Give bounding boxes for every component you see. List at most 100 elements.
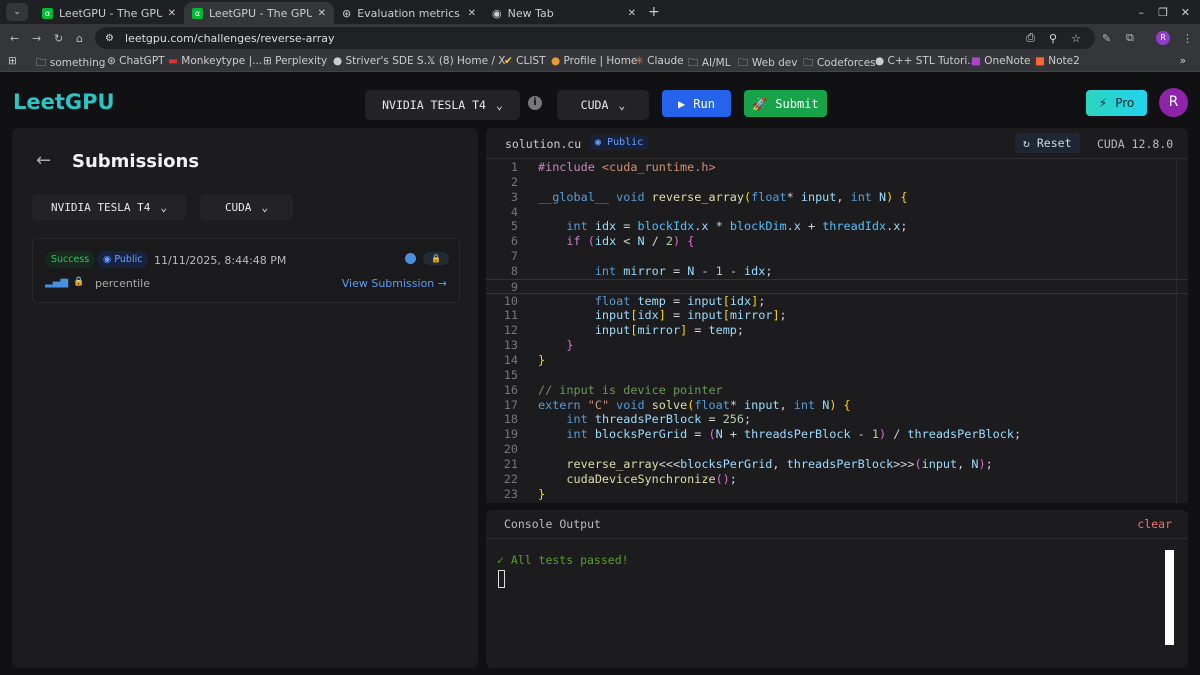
- code-line[interactable]: 4: [486, 205, 1188, 220]
- line-number: 23: [503, 486, 518, 501]
- code-line[interactable]: 6 if (idx < N / 2) {: [486, 234, 1188, 249]
- code-line[interactable]: 8 int mirror = N - 1 - idx;: [486, 264, 1188, 279]
- code-token: *: [786, 189, 801, 204]
- apps-icon[interactable]: ⊞: [8, 55, 17, 67]
- home-icon[interactable]: ⌂: [76, 32, 83, 45]
- bookmark[interactable]: ⊛ ChatGPT: [107, 55, 165, 67]
- run-button[interactable]: ▶ Run: [662, 90, 731, 117]
- chevron-down-icon: ⌄: [618, 98, 626, 112]
- view-submission-link[interactable]: View Submission →: [342, 277, 447, 290]
- address-bar-row: ← → ↻ ⌂ ⚙ leetgpu.com/challenges/reverse-…: [0, 24, 1200, 52]
- code-text: extern "C" void solve(float* input, int …: [538, 398, 851, 413]
- code-line[interactable]: 23}: [486, 487, 1188, 502]
- code-line[interactable]: 22 cudaDeviceSynchronize();: [486, 472, 1188, 487]
- code-line[interactable]: 9: [486, 278, 1188, 294]
- browser-tab[interactable]: αLeetGPU - The GPU Prog✕: [34, 2, 184, 24]
- code-token: int: [566, 427, 588, 442]
- bookmark[interactable]: 🗀 AI/ML: [688, 55, 731, 73]
- back-arrow-icon[interactable]: ←: [36, 150, 51, 171]
- bookmark[interactable]: ✔ CLIST: [504, 55, 546, 67]
- code-line[interactable]: 2: [486, 175, 1188, 190]
- bookmark[interactable]: 🗀 Codeforces: [803, 55, 876, 73]
- bookmark[interactable]: ● Striver's SDE S...: [333, 55, 434, 67]
- submission-timestamp: 11/11/2025, 8:44:48 PM: [154, 254, 287, 267]
- code-line[interactable]: 15: [486, 368, 1188, 383]
- reset-button[interactable]: ↻ Reset: [1015, 133, 1080, 153]
- code-line[interactable]: 21 reverse_array<<<blocksPerGrid, thread…: [486, 457, 1188, 472]
- close-icon[interactable]: ✕: [318, 8, 326, 19]
- gpu-filter-select[interactable]: NVIDIA TESLA T4 ⌄: [32, 194, 186, 220]
- browser-tab-active[interactable]: αLeetGPU - The GPU Prog✕: [184, 2, 334, 24]
- bookmark[interactable]: ● Profile | Home: [551, 55, 637, 67]
- reload-icon[interactable]: ↻: [54, 32, 63, 45]
- code-token: float: [751, 189, 787, 204]
- menu-icon[interactable]: ⋮: [1182, 32, 1193, 45]
- close-icon[interactable]: ✕: [628, 8, 636, 19]
- code-line[interactable]: 3 __global__ void reverse_array(float* in…: [486, 190, 1188, 205]
- clear-button[interactable]: clear: [1137, 517, 1172, 531]
- bookmark[interactable]: ■ Note2: [1035, 55, 1080, 67]
- tab-search-button[interactable]: ⌄: [6, 3, 28, 21]
- line-number: 7: [510, 249, 518, 264]
- restore-button[interactable]: ❐: [1158, 6, 1168, 19]
- minimize-button[interactable]: –: [1139, 6, 1145, 19]
- language-filter-select[interactable]: CUDA ⌄: [200, 194, 293, 220]
- browser-tab[interactable]: ⊛Evaluation metrics expla✕: [334, 2, 484, 24]
- code-line[interactable]: 20: [486, 442, 1188, 457]
- gpu-select[interactable]: NVIDIA TESLA T4 ⌄: [365, 90, 520, 120]
- code-line[interactable]: 5 int idx = blockIdx.x * blockDim.x + th…: [486, 219, 1188, 234]
- editor-scrollbar[interactable]: [1176, 160, 1188, 503]
- code-line[interactable]: 11 input[idx] = input[mirror];: [486, 308, 1188, 323]
- code-line[interactable]: 1 #include <cuda_runtime.h>: [486, 160, 1188, 175]
- url-input[interactable]: ⚙ leetgpu.com/challenges/reverse-array ⎙ …: [95, 27, 1095, 49]
- code-line[interactable]: 13 }: [486, 338, 1188, 353]
- new-tab-button[interactable]: +: [648, 4, 660, 20]
- code-line[interactable]: 17 extern "C" void solve(float* input, in…: [486, 398, 1188, 413]
- profile-avatar[interactable]: R: [1156, 31, 1170, 45]
- bookmark-star-icon[interactable]: ☆: [1071, 32, 1081, 45]
- info-icon[interactable]: i: [528, 96, 542, 110]
- extensions-puzzle-icon[interactable]: ⧉: [1126, 31, 1134, 45]
- console-cursor[interactable]: [498, 570, 505, 588]
- bookmark[interactable]: 🗀 something: [36, 55, 105, 73]
- bookmark[interactable]: ● C++ STL Tutori...: [875, 55, 977, 67]
- close-icon[interactable]: ✕: [468, 8, 476, 19]
- code-line[interactable]: 18 int threadsPerBlock = 256;: [486, 412, 1188, 427]
- code-token: reverse_array: [651, 189, 745, 204]
- visibility-badge[interactable]: ◉ Public: [590, 135, 649, 150]
- submit-button[interactable]: 🚀 Submit: [744, 90, 827, 117]
- console-scrollbar[interactable]: [1165, 550, 1174, 645]
- back-icon[interactable]: ←: [10, 32, 19, 45]
- code-token: int: [793, 397, 816, 412]
- close-window-button[interactable]: ✕: [1181, 6, 1190, 19]
- line-number: 2: [510, 174, 518, 189]
- code-line[interactable]: 10 float temp = input[idx];: [486, 294, 1188, 309]
- bookmark[interactable]: 🗀 Web dev: [738, 55, 797, 73]
- bookmark[interactable]: ▬ Monkeytype |...: [168, 55, 262, 67]
- logo[interactable]: LeetGPU: [13, 90, 115, 114]
- close-icon[interactable]: ✕: [168, 8, 176, 19]
- code-line[interactable]: 16 // input is device pointer: [486, 383, 1188, 398]
- code-line[interactable]: 14}: [486, 353, 1188, 368]
- bookmark[interactable]: 𝕏 (8) Home / X: [427, 55, 505, 67]
- browser-tab[interactable]: ◉ New Tab ✕: [484, 2, 644, 24]
- install-app-icon[interactable]: ⎙: [1026, 31, 1035, 45]
- zoom-icon[interactable]: ⚲: [1049, 32, 1057, 45]
- site-settings-icon[interactable]: ⚙: [105, 33, 114, 44]
- more-bookmarks-icon[interactable]: »: [1180, 55, 1186, 67]
- pro-button[interactable]: ⚡ Pro: [1086, 90, 1147, 116]
- line-number: 12: [503, 323, 518, 338]
- chevron-down-icon: ⌄: [261, 200, 269, 214]
- bookmark[interactable]: ✳ Claude: [635, 55, 684, 67]
- language-select[interactable]: CUDA ⌄: [557, 90, 649, 120]
- code-line[interactable]: 7: [486, 249, 1188, 264]
- extension-icon[interactable]: ✎: [1102, 32, 1111, 45]
- user-avatar[interactable]: R: [1159, 88, 1188, 117]
- bookmark[interactable]: ⊞ Perplexity: [263, 55, 327, 67]
- forward-icon[interactable]: →: [32, 32, 41, 45]
- code-area[interactable]: 1 #include <cuda_runtime.h> 2 3 __global__ v…: [486, 160, 1188, 501]
- code-line[interactable]: 12 input[mirror] = temp;: [486, 323, 1188, 338]
- bookmark[interactable]: ■ OneNote: [971, 55, 1031, 67]
- code-line[interactable]: 19 int blocksPerGrid = (N + threadsPerBl…: [486, 427, 1188, 442]
